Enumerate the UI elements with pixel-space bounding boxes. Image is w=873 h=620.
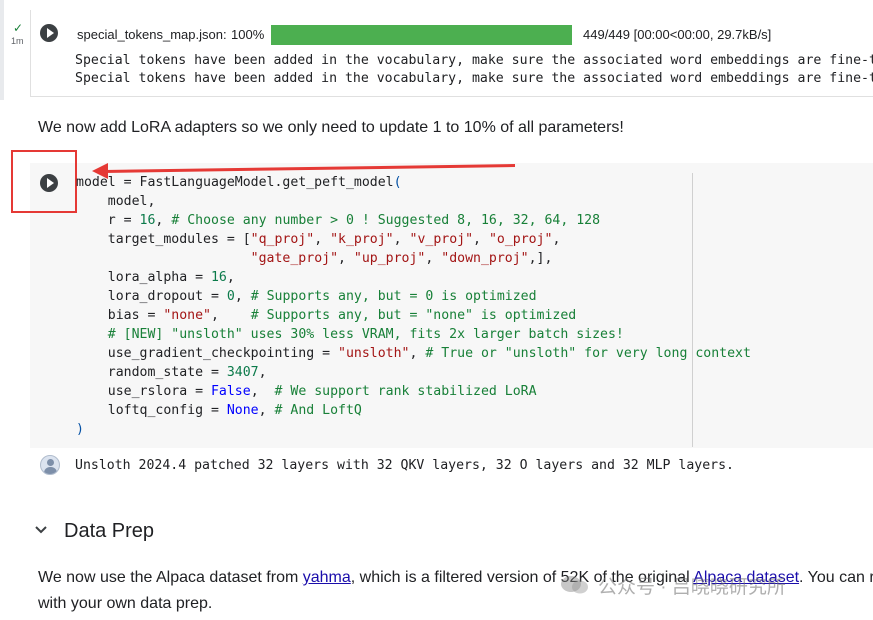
code-token: target_modules = [ bbox=[76, 232, 251, 247]
code-token: 16 bbox=[210, 270, 227, 285]
code-line: lora_dropout = 0, # Supports any, but = … bbox=[76, 287, 751, 306]
code-token: , bbox=[258, 365, 267, 380]
code-line: r = 16, # Choose any number > 0 ! Sugges… bbox=[76, 211, 751, 230]
section-title: Data Prep bbox=[64, 520, 155, 542]
executed-check-icon: ✓ bbox=[13, 21, 24, 35]
text-cell-data-prep-line2: with your own data prep. bbox=[38, 595, 213, 612]
code-token: 0 bbox=[226, 289, 235, 304]
code-token: , bbox=[155, 213, 172, 228]
code-line: use_rslora = False, # We support rank st… bbox=[76, 382, 751, 401]
code-token: loftq_config = bbox=[76, 403, 227, 418]
code-token: , bbox=[473, 232, 489, 247]
text-segment: We now use the Alpaca dataset from bbox=[38, 569, 303, 586]
progress-stats: 449/449 [00:00<00:00, 29.7kB/s] bbox=[583, 27, 772, 42]
watermark-text: 公众号 · 吕晓晓研究所 bbox=[598, 577, 786, 598]
code-token: "down_proj" bbox=[441, 251, 529, 266]
cell-gutter bbox=[0, 0, 4, 100]
code-token: ,], bbox=[528, 251, 553, 266]
code-token: , bbox=[226, 270, 235, 285]
code-token: , bbox=[250, 384, 275, 399]
code-token: , bbox=[552, 232, 561, 247]
code-token: ) bbox=[76, 422, 84, 437]
code-line: # [NEW] "unsloth" uses 30% less VRAM, fi… bbox=[76, 325, 751, 344]
code-token: , bbox=[425, 251, 442, 266]
code-token: "none" bbox=[163, 308, 211, 323]
code-token: ( bbox=[393, 175, 402, 190]
code-token: "q_proj" bbox=[250, 232, 315, 247]
code-token: , bbox=[258, 403, 275, 418]
code-token: lora_alpha = bbox=[76, 270, 211, 285]
code-token: , bbox=[409, 346, 426, 361]
code-line: ) bbox=[76, 420, 751, 439]
code-token: , bbox=[234, 289, 251, 304]
code-token: # And LoftQ bbox=[274, 403, 362, 418]
run-cell-button[interactable] bbox=[40, 24, 58, 42]
code-line: random_state = 3407, bbox=[76, 363, 751, 382]
code-token: # Supports any, but = "none" is optimize… bbox=[250, 308, 577, 323]
code-token: # Supports any, but = 0 is optimized bbox=[250, 289, 537, 304]
output-line: Special tokens have been added in the vo… bbox=[75, 53, 873, 68]
code-token: , bbox=[314, 232, 331, 247]
code-token: "unsloth" bbox=[338, 346, 410, 361]
code-token: 3407 bbox=[226, 365, 259, 380]
code-token: "up_proj" bbox=[353, 251, 426, 266]
code-token: , bbox=[393, 232, 410, 247]
code-token: # True or "unsloth" for very long contex… bbox=[425, 346, 751, 361]
wechat-logo-icon bbox=[561, 576, 588, 594]
code-token: False bbox=[210, 384, 251, 399]
code-token: "k_proj" bbox=[330, 232, 394, 247]
output-avatar-icon bbox=[40, 455, 60, 475]
code-token: model = FastLanguageModel.get_peft_model bbox=[76, 175, 394, 190]
code-token: use_gradient_checkpointing = bbox=[76, 346, 339, 361]
code-token: "gate_proj" bbox=[250, 251, 339, 266]
progress-bar bbox=[271, 25, 572, 45]
code-token: random_state = bbox=[76, 365, 227, 380]
code-token: # We support rank stabilized LoRA bbox=[274, 384, 537, 399]
yahma-link[interactable]: yahma bbox=[303, 569, 351, 586]
progress-label: special_tokens_map.json: bbox=[77, 27, 227, 42]
code-line: bias = "none", # Supports any, but = "no… bbox=[76, 306, 751, 325]
code-line: lora_alpha = 16, bbox=[76, 268, 751, 287]
text-cell-lora: We now add LoRA adapters so we only need… bbox=[38, 119, 624, 136]
code-token: 16 bbox=[139, 213, 156, 228]
code-token: "v_proj" bbox=[409, 232, 474, 247]
code-token: r = bbox=[76, 213, 140, 228]
code-token: model, bbox=[76, 194, 156, 209]
chevron-down-icon[interactable] bbox=[33, 522, 49, 538]
code-token: , bbox=[210, 308, 251, 323]
execution-time: 1m bbox=[11, 36, 24, 46]
code-token: bias = bbox=[76, 308, 164, 323]
output-line: Special tokens have been added in the vo… bbox=[75, 71, 873, 86]
code-output-text: Unsloth 2024.4 patched 32 layers with 32… bbox=[75, 458, 734, 473]
code-line: use_gradient_checkpointing = "unsloth", … bbox=[76, 344, 751, 363]
output-text: Special tokens have been added in the vo… bbox=[75, 52, 873, 88]
code-line: target_modules = ["q_proj", "k_proj", "v… bbox=[76, 230, 751, 249]
code-line: loftq_config = None, # And LoftQ bbox=[76, 401, 751, 420]
code-line: model = FastLanguageModel.get_peft_model… bbox=[76, 173, 751, 192]
annotation-highlight-box bbox=[11, 150, 77, 213]
progress-bar-fill bbox=[271, 25, 572, 45]
code-token: None bbox=[226, 403, 259, 418]
output-cell: ✓ 1m special_tokens_map.json: 100% 449/4… bbox=[0, 0, 873, 100]
code-token: lora_dropout = bbox=[76, 289, 227, 304]
code-token: use_rslora = bbox=[76, 384, 211, 399]
code-line: model, bbox=[76, 192, 751, 211]
code-token: , bbox=[338, 251, 354, 266]
code-token: # Choose any number > 0 ! Suggested 8, 1… bbox=[171, 213, 601, 228]
progress-percent: 100% bbox=[231, 27, 265, 42]
code-line: "gate_proj", "up_proj", "down_proj",], bbox=[76, 249, 751, 268]
code-token: "o_proj" bbox=[488, 232, 553, 247]
code-editor[interactable]: model = FastLanguageModel.get_peft_model… bbox=[76, 173, 751, 439]
code-token: # [NEW] "unsloth" uses 30% less VRAM, fi… bbox=[107, 327, 624, 342]
text-segment: . You can r bbox=[799, 569, 873, 586]
